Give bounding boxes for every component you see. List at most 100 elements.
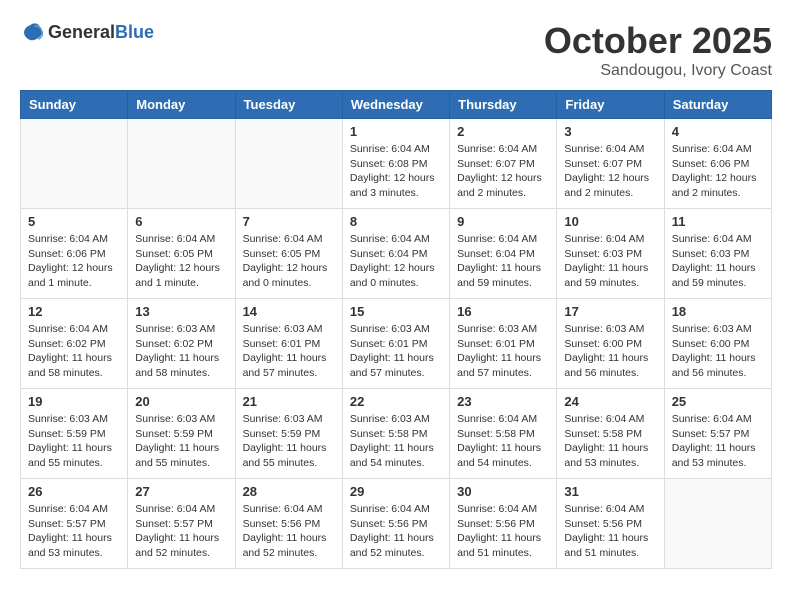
calendar-cell: 29Sunrise: 6:04 AM Sunset: 5:56 PM Dayli… <box>342 479 449 569</box>
logo-blue: Blue <box>115 22 154 42</box>
week-row-3: 12 Sunrise: 6:04 AM Sunset: 6:02 PM Dayli… <box>21 299 772 389</box>
day-number: 7 <box>243 214 335 229</box>
day-info: Sunrise: 6:04 AM Sunset: 6:04 PM Dayligh… <box>350 232 442 291</box>
day-info: Sunrise: 6:04 AM Sunset: 6:03 PM Dayligh… <box>564 232 656 291</box>
day-number: 22 <box>350 394 442 409</box>
day-info: Sunrise: 6:03 AM Sunset: 6:02 PM Dayligh… <box>135 322 227 381</box>
day-number: 23 <box>457 394 549 409</box>
calendar-cell: 16Sunrise: 6:03 AM Sunset: 6:01 PM Dayli… <box>450 299 557 389</box>
logo-text: GeneralBlue <box>48 22 154 43</box>
week-row-1: 1 Sunrise: 6:04 AM Sunset: 6:08 PM Daylig… <box>21 119 772 209</box>
logo-icon <box>20 20 44 44</box>
day-info: Sunrise: 6:03 AM Sunset: 5:59 PM Dayligh… <box>243 412 335 471</box>
day-number: 30 <box>457 484 549 499</box>
weekday-thursday: Thursday <box>450 91 557 119</box>
day-number: 3 <box>564 124 656 139</box>
day-info: Sunrise: 6:04 AM Sunset: 5:58 PM Dayligh… <box>564 412 656 471</box>
day-info: Sunrise: 6:04 AM Sunset: 5:56 PM Dayligh… <box>243 502 335 561</box>
day-number: 24 <box>564 394 656 409</box>
weekday-saturday: Saturday <box>664 91 771 119</box>
day-info: Sunrise: 6:04 AM Sunset: 6:02 PM Dayligh… <box>28 322 120 381</box>
day-number: 20 <box>135 394 227 409</box>
week-row-4: 19 Sunrise: 6:03 AM Sunset: 5:59 PM Dayli… <box>21 389 772 479</box>
calendar-cell: 26 Sunrise: 6:04 AM Sunset: 5:57 PM Dayli… <box>21 479 128 569</box>
month-title: October 2025 <box>544 20 772 62</box>
calendar-cell: 25Sunrise: 6:04 AM Sunset: 5:57 PM Dayli… <box>664 389 771 479</box>
day-info: Sunrise: 6:03 AM Sunset: 6:01 PM Dayligh… <box>457 322 549 381</box>
calendar-cell: 23 Sunrise: 6:04 AM Sunset: 5:58 PM Dayli… <box>450 389 557 479</box>
day-number: 1 <box>350 124 442 139</box>
weekday-friday: Friday <box>557 91 664 119</box>
day-info: Sunrise: 6:04 AM Sunset: 5:57 PM Dayligh… <box>672 412 764 471</box>
day-info: Sunrise: 6:04 AM Sunset: 6:05 PM Dayligh… <box>135 232 227 291</box>
day-number: 28 <box>243 484 335 499</box>
day-info: Sunrise: 6:03 AM Sunset: 5:59 PM Dayligh… <box>28 412 120 471</box>
day-info: Sunrise: 6:04 AM Sunset: 6:05 PM Dayligh… <box>243 232 335 291</box>
calendar-cell: 1 Sunrise: 6:04 AM Sunset: 6:08 PM Daylig… <box>342 119 449 209</box>
day-number: 13 <box>135 304 227 319</box>
day-info: Sunrise: 6:04 AM Sunset: 6:08 PM Dayligh… <box>350 142 442 201</box>
day-info: Sunrise: 6:03 AM Sunset: 6:00 PM Dayligh… <box>564 322 656 381</box>
calendar-cell: 4 Sunrise: 6:04 AM Sunset: 6:06 PM Daylig… <box>664 119 771 209</box>
calendar-cell <box>664 479 771 569</box>
calendar-cell: 27 Sunrise: 6:04 AM Sunset: 5:57 PM Dayli… <box>128 479 235 569</box>
calendar-cell: 11 Sunrise: 6:04 AM Sunset: 6:03 PM Dayli… <box>664 209 771 299</box>
day-info: Sunrise: 6:04 AM Sunset: 5:57 PM Dayligh… <box>135 502 227 561</box>
day-number: 19 <box>28 394 120 409</box>
calendar-cell: 8 Sunrise: 6:04 AM Sunset: 6:04 PM Daylig… <box>342 209 449 299</box>
week-row-5: 26 Sunrise: 6:04 AM Sunset: 5:57 PM Dayli… <box>21 479 772 569</box>
day-number: 6 <box>135 214 227 229</box>
weekday-header-row: SundayMondayTuesdayWednesdayThursdayFrid… <box>21 91 772 119</box>
day-number: 4 <box>672 124 764 139</box>
day-number: 15 <box>350 304 442 319</box>
week-row-2: 5Sunrise: 6:04 AM Sunset: 6:06 PM Daylig… <box>21 209 772 299</box>
day-number: 8 <box>350 214 442 229</box>
calendar-cell: 3Sunrise: 6:04 AM Sunset: 6:07 PM Daylig… <box>557 119 664 209</box>
day-info: Sunrise: 6:03 AM Sunset: 6:01 PM Dayligh… <box>243 322 335 381</box>
calendar-cell <box>128 119 235 209</box>
weekday-wednesday: Wednesday <box>342 91 449 119</box>
day-number: 27 <box>135 484 227 499</box>
calendar-cell: 18 Sunrise: 6:03 AM Sunset: 6:00 PM Dayli… <box>664 299 771 389</box>
day-info: Sunrise: 6:04 AM Sunset: 5:57 PM Dayligh… <box>28 502 120 561</box>
logo: GeneralBlue <box>20 20 154 44</box>
calendar-cell: 12 Sunrise: 6:04 AM Sunset: 6:02 PM Dayli… <box>21 299 128 389</box>
day-info: Sunrise: 6:03 AM Sunset: 6:01 PM Dayligh… <box>350 322 442 381</box>
calendar-cell: 13 Sunrise: 6:03 AM Sunset: 6:02 PM Dayli… <box>128 299 235 389</box>
calendar-cell <box>21 119 128 209</box>
calendar-cell: 30 Sunrise: 6:04 AM Sunset: 5:56 PM Dayli… <box>450 479 557 569</box>
weekday-monday: Monday <box>128 91 235 119</box>
day-info: Sunrise: 6:04 AM Sunset: 5:56 PM Dayligh… <box>457 502 549 561</box>
weekday-tuesday: Tuesday <box>235 91 342 119</box>
calendar-cell: 2 Sunrise: 6:04 AM Sunset: 6:07 PM Daylig… <box>450 119 557 209</box>
day-number: 17 <box>564 304 656 319</box>
calendar-cell: 17 Sunrise: 6:03 AM Sunset: 6:00 PM Dayli… <box>557 299 664 389</box>
day-number: 18 <box>672 304 764 319</box>
calendar-table: SundayMondayTuesdayWednesdayThursdayFrid… <box>20 90 772 569</box>
day-info: Sunrise: 6:04 AM Sunset: 6:04 PM Dayligh… <box>457 232 549 291</box>
day-number: 9 <box>457 214 549 229</box>
day-info: Sunrise: 6:04 AM Sunset: 5:58 PM Dayligh… <box>457 412 549 471</box>
day-info: Sunrise: 6:03 AM Sunset: 5:59 PM Dayligh… <box>135 412 227 471</box>
day-info: Sunrise: 6:04 AM Sunset: 6:06 PM Dayligh… <box>28 232 120 291</box>
day-number: 2 <box>457 124 549 139</box>
day-number: 10 <box>564 214 656 229</box>
day-info: Sunrise: 6:04 AM Sunset: 6:06 PM Dayligh… <box>672 142 764 201</box>
day-number: 26 <box>28 484 120 499</box>
day-info: Sunrise: 6:04 AM Sunset: 6:03 PM Dayligh… <box>672 232 764 291</box>
day-number: 12 <box>28 304 120 319</box>
day-number: 14 <box>243 304 335 319</box>
day-number: 21 <box>243 394 335 409</box>
calendar-cell: 15 Sunrise: 6:03 AM Sunset: 6:01 PM Dayli… <box>342 299 449 389</box>
location-title: Sandougou, Ivory Coast <box>544 62 772 80</box>
calendar-cell: 20 Sunrise: 6:03 AM Sunset: 5:59 PM Dayli… <box>128 389 235 479</box>
calendar-cell: 7 Sunrise: 6:04 AM Sunset: 6:05 PM Daylig… <box>235 209 342 299</box>
calendar-cell: 9 Sunrise: 6:04 AM Sunset: 6:04 PM Daylig… <box>450 209 557 299</box>
day-info: Sunrise: 6:04 AM Sunset: 5:56 PM Dayligh… <box>350 502 442 561</box>
calendar-cell: 19 Sunrise: 6:03 AM Sunset: 5:59 PM Dayli… <box>21 389 128 479</box>
calendar-cell: 6 Sunrise: 6:04 AM Sunset: 6:05 PM Daylig… <box>128 209 235 299</box>
logo-general: General <box>48 22 115 42</box>
day-number: 11 <box>672 214 764 229</box>
day-info: Sunrise: 6:04 AM Sunset: 6:07 PM Dayligh… <box>457 142 549 201</box>
day-info: Sunrise: 6:03 AM Sunset: 6:00 PM Dayligh… <box>672 322 764 381</box>
